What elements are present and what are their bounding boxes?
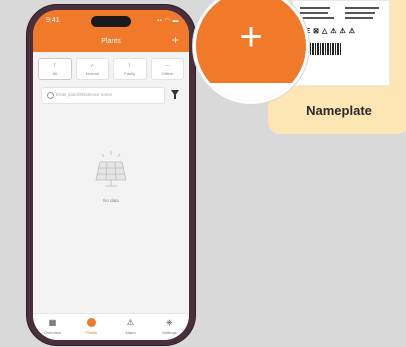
nav-label: Alarm [125,330,136,335]
certification-marks: CE ⊠ △ ⚠ ⚠ ⚠ [300,28,356,35]
info-icon: ! [54,63,56,69]
nav-overview[interactable]: ▦ Overview [33,314,72,340]
phone-frame: 9:41 ▪▪ ◠ ▬ Plants + ! All ✓ Normal ! Fa… [27,5,195,345]
plants-home-icon [72,318,111,329]
nav-alarm[interactable]: ⚠ Alarm [111,314,150,340]
tab-all[interactable]: ! All [38,58,72,80]
tab-label: All [52,71,57,76]
status-tabs: ! All ✓ Normal ! Faulty — Offline [38,58,184,80]
nameplate-label: Nameplate [306,103,372,118]
status-icons: ▪▪ ◠ ▬ [157,18,179,24]
app-header: 9:41 ▪▪ ◠ ▬ Plants + [33,10,189,52]
add-plant-button[interactable]: + [172,34,179,46]
alarm-icon: ⚠ [126,318,135,327]
add-plant-zoom[interactable]: + [193,0,309,104]
plus-icon: + [239,15,263,59]
search-input[interactable]: Enter plant/SN/device name [41,87,165,104]
page-title: Plants [101,38,121,45]
nav-label: Overview [44,330,61,335]
overview-icon: ▦ [48,318,57,327]
filter-icon[interactable] [171,90,179,99]
tab-offline[interactable]: — Offline [150,58,184,80]
search-placeholder: Enter plant/SN/device name [56,92,113,97]
search-icon [47,92,54,99]
empty-state-label: No data [103,198,119,203]
phone-screen: 9:41 ▪▪ ◠ ▬ Plants + ! All ✓ Normal ! Fa… [33,10,189,340]
nav-settings[interactable]: ⎈ Settings [150,314,189,340]
tab-label: Offline [161,71,174,76]
bottom-nav: ▦ Overview Plants ⚠ Alarm ⎈ Settings [33,313,189,340]
solar-panel-icon [95,151,127,187]
tab-label: Faulty [124,71,136,76]
nav-plants[interactable]: Plants [72,314,111,340]
tab-label: Normal [85,71,99,76]
status-time: 9:41 [46,17,60,24]
nav-label: Settings [162,330,177,335]
nav-label: Plants [85,330,98,335]
search-row: Enter plant/SN/device name [41,87,181,104]
tab-faulty[interactable]: ! Faulty [113,58,147,80]
offline-icon: — [164,63,170,69]
tab-normal[interactable]: ✓ Normal [75,58,109,80]
dynamic-island [91,16,131,27]
alert-icon: ! [129,63,131,69]
settings-icon: ⎈ [166,318,173,327]
check-icon: ✓ [90,63,95,69]
